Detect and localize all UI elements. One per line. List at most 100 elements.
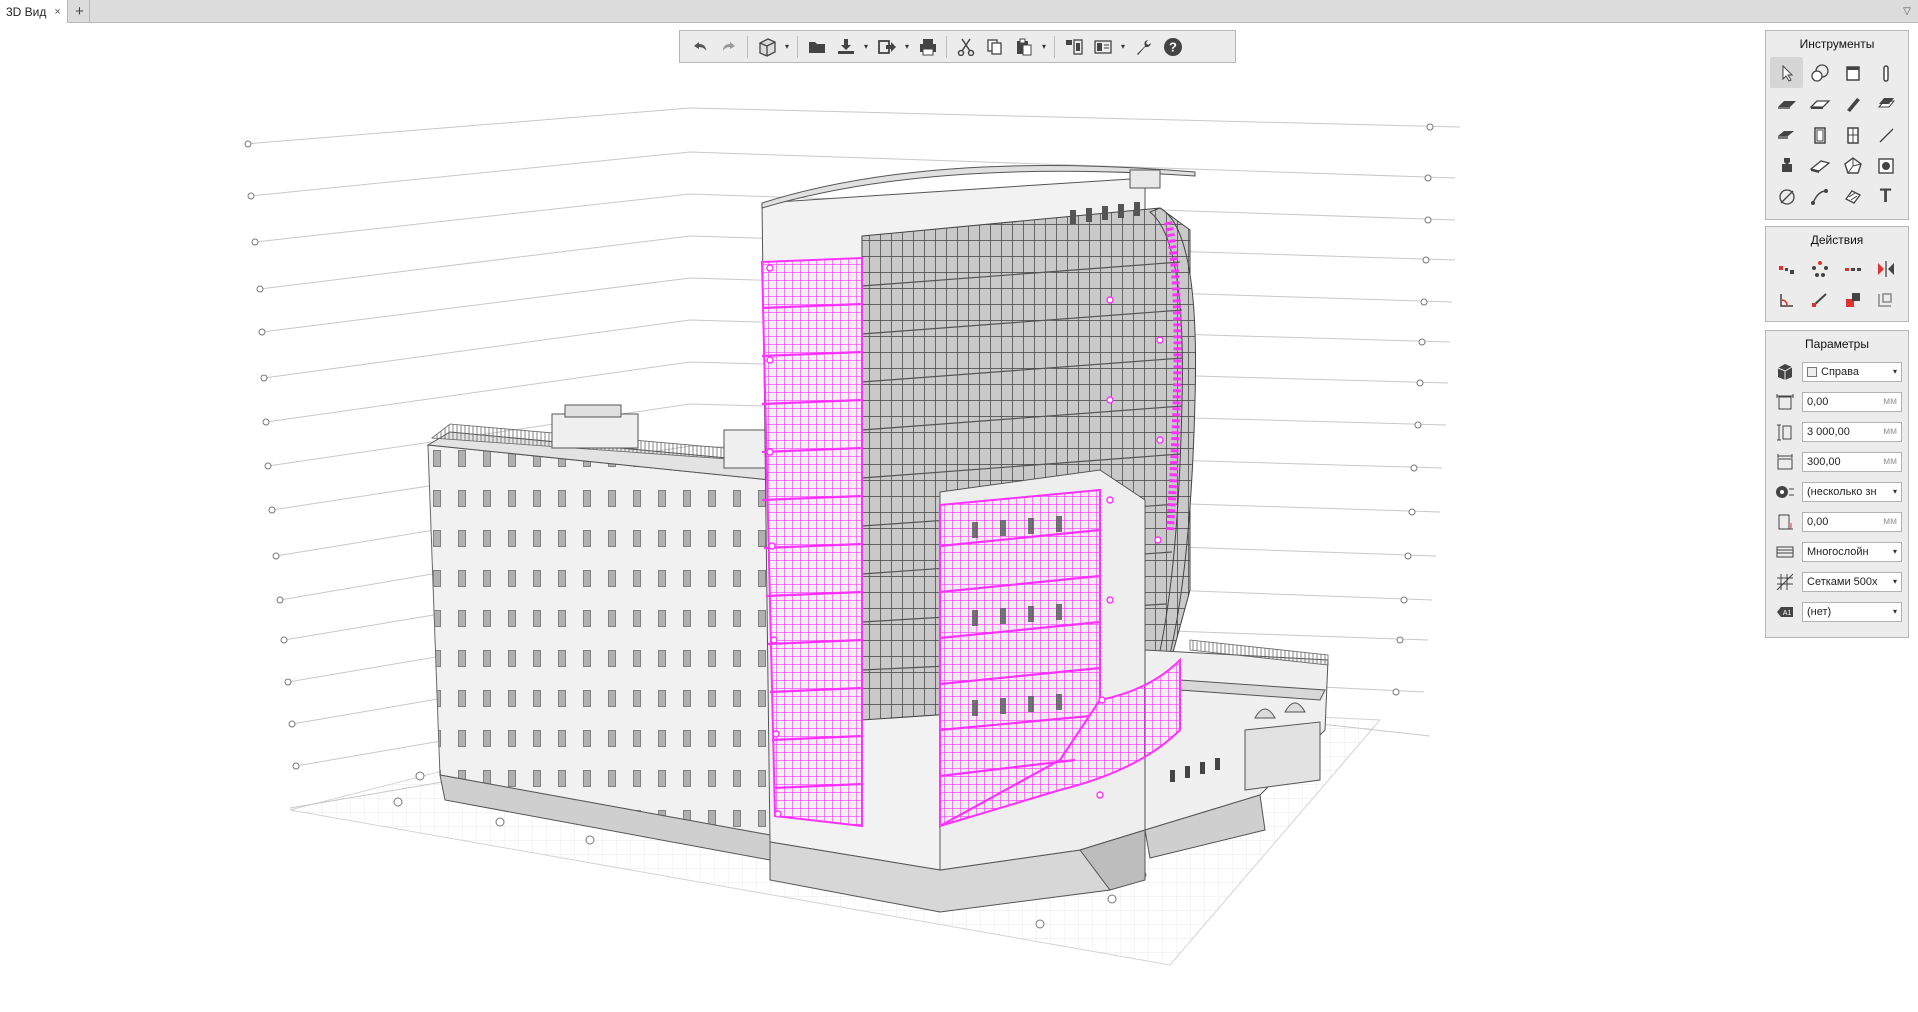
export-dropdown[interactable]: ▾ bbox=[902, 33, 912, 60]
select-arrow-icon bbox=[1782, 64, 1793, 82]
shell-tool[interactable] bbox=[1836, 150, 1869, 181]
views-dropdown[interactable]: ▾ bbox=[1118, 33, 1128, 60]
param-thickness-row: 300,00 мм bbox=[1766, 447, 1908, 477]
material-icon bbox=[1776, 486, 1794, 498]
views-button[interactable] bbox=[1089, 33, 1116, 60]
elevation-input[interactable]: 0,00 мм bbox=[1802, 512, 1902, 532]
mirror-action[interactable] bbox=[1869, 253, 1902, 284]
floor-icon bbox=[1777, 130, 1794, 139]
param-grid-row: Сетками 500х ▾ bbox=[1766, 567, 1908, 597]
view-select[interactable]: Справа ▾ bbox=[1802, 362, 1902, 382]
array-action[interactable] bbox=[1836, 253, 1869, 284]
layout-button[interactable] bbox=[1060, 33, 1087, 60]
hatch-tool[interactable] bbox=[1836, 181, 1869, 212]
help-button[interactable]: ? bbox=[1159, 33, 1186, 60]
line-tool[interactable] bbox=[1869, 119, 1902, 150]
material-select[interactable]: (несколько зн ▾ bbox=[1802, 482, 1902, 502]
ramp-tool[interactable] bbox=[1803, 150, 1836, 181]
toolbar-separator bbox=[946, 35, 947, 58]
thickness-unit: мм bbox=[1883, 456, 1897, 467]
zone-tool[interactable] bbox=[1869, 150, 1902, 181]
dimension-icon bbox=[1778, 188, 1795, 205]
svg-text:?: ? bbox=[1169, 39, 1177, 54]
copy-transform-action[interactable] bbox=[1869, 284, 1902, 315]
parameters-panel-title: Параметры bbox=[1805, 337, 1869, 351]
grid-pattern-icon bbox=[1776, 573, 1794, 591]
cut-button[interactable] bbox=[952, 33, 979, 60]
stair-tool[interactable] bbox=[1869, 88, 1902, 119]
railing-tool[interactable] bbox=[1770, 150, 1803, 181]
settings-button[interactable] bbox=[1130, 33, 1157, 60]
chevron-down-icon: ▾ bbox=[1892, 577, 1897, 586]
paste-icon bbox=[1016, 38, 1031, 55]
redo-button[interactable] bbox=[715, 33, 742, 60]
actions-grid bbox=[1766, 253, 1908, 319]
tab-3d-view[interactable]: 3D Вид × bbox=[0, 0, 68, 23]
select-tool[interactable] bbox=[1770, 57, 1803, 88]
main-toolbar: ▾ ▾ ▾ ▾ ▾ ? bbox=[679, 30, 1236, 63]
trim-icon bbox=[1779, 293, 1793, 307]
paste-button[interactable] bbox=[1010, 33, 1037, 60]
paste-dropdown[interactable]: ▾ bbox=[1039, 33, 1049, 60]
slab-tool[interactable] bbox=[1770, 88, 1803, 119]
3d-viewport[interactable] bbox=[0, 24, 1760, 1009]
elevation-unit: мм bbox=[1883, 516, 1897, 527]
text-icon: T bbox=[1879, 185, 1892, 207]
param-offset-row: 0,00 мм bbox=[1766, 387, 1908, 417]
stretch-action[interactable] bbox=[1803, 284, 1836, 315]
grid-select[interactable]: Сетками 500х ▾ bbox=[1802, 572, 1902, 592]
tab-label: 3D Вид bbox=[6, 4, 47, 19]
open-button[interactable] bbox=[803, 33, 830, 60]
offset-unit: мм bbox=[1883, 396, 1897, 407]
toolbar-separator bbox=[747, 35, 748, 58]
move-action[interactable] bbox=[1770, 253, 1803, 284]
grid-axis-tool[interactable] bbox=[1803, 57, 1836, 88]
offset-action[interactable] bbox=[1836, 284, 1869, 315]
beam-tool[interactable] bbox=[1803, 88, 1836, 119]
curtain-wall-tool[interactable] bbox=[1803, 181, 1836, 212]
wall-tool[interactable] bbox=[1836, 57, 1869, 88]
column-tool[interactable] bbox=[1869, 57, 1902, 88]
export-button[interactable] bbox=[873, 33, 900, 60]
3d-view-dropdown[interactable]: ▾ bbox=[782, 33, 792, 60]
undo-button[interactable] bbox=[686, 33, 713, 60]
tools-grid: T bbox=[1766, 57, 1908, 216]
parameters-panel: Параметры Справа ▾ 0,00 мм 3 000,00 мм 3… bbox=[1765, 330, 1909, 638]
copy-button[interactable] bbox=[981, 33, 1008, 60]
3d-view-button[interactable] bbox=[753, 33, 780, 60]
add-tab-button[interactable]: + bbox=[70, 0, 90, 23]
tools-panel: Инструменты T bbox=[1765, 30, 1909, 220]
print-button[interactable] bbox=[914, 33, 941, 60]
mirror-icon bbox=[1877, 260, 1894, 277]
help-icon: ? bbox=[1163, 37, 1182, 56]
offset-width-icon bbox=[1776, 394, 1794, 410]
left-wing bbox=[426, 404, 771, 861]
tab-menu-icon[interactable]: ▽ bbox=[1900, 4, 1914, 18]
floor-tool[interactable] bbox=[1770, 119, 1803, 150]
thickness-input[interactable]: 300,00 мм bbox=[1802, 452, 1902, 472]
svg-text:A1: A1 bbox=[1783, 610, 1792, 617]
height-input[interactable]: 3 000,00 мм bbox=[1802, 422, 1902, 442]
thickness-input-value: 300,00 bbox=[1807, 456, 1841, 468]
thickness-icon bbox=[1777, 454, 1793, 470]
wall-icon bbox=[1845, 65, 1860, 81]
trim-action[interactable] bbox=[1770, 284, 1803, 315]
label-select[interactable]: (нет) ▾ bbox=[1802, 602, 1902, 622]
door-tool[interactable] bbox=[1803, 119, 1836, 150]
dimension-tool[interactable] bbox=[1770, 181, 1803, 212]
export-icon bbox=[877, 39, 896, 54]
rotate-action[interactable] bbox=[1803, 253, 1836, 284]
window-tool[interactable] bbox=[1836, 119, 1869, 150]
material-select-value: (несколько зн bbox=[1807, 486, 1877, 498]
structure-select[interactable]: Многослойн ▾ bbox=[1802, 542, 1902, 562]
railing-icon bbox=[1781, 157, 1792, 172]
tab-close-icon[interactable]: × bbox=[54, 6, 60, 18]
stair-icon bbox=[1877, 97, 1895, 107]
import-dropdown[interactable]: ▾ bbox=[861, 33, 871, 60]
offset-input[interactable]: 0,00 мм bbox=[1802, 392, 1902, 412]
roof-tool[interactable] bbox=[1836, 88, 1869, 119]
elevation-icon bbox=[1778, 514, 1793, 530]
import-button[interactable] bbox=[832, 33, 859, 60]
3d-box-icon bbox=[758, 37, 776, 57]
text-tool[interactable]: T bbox=[1869, 181, 1902, 212]
